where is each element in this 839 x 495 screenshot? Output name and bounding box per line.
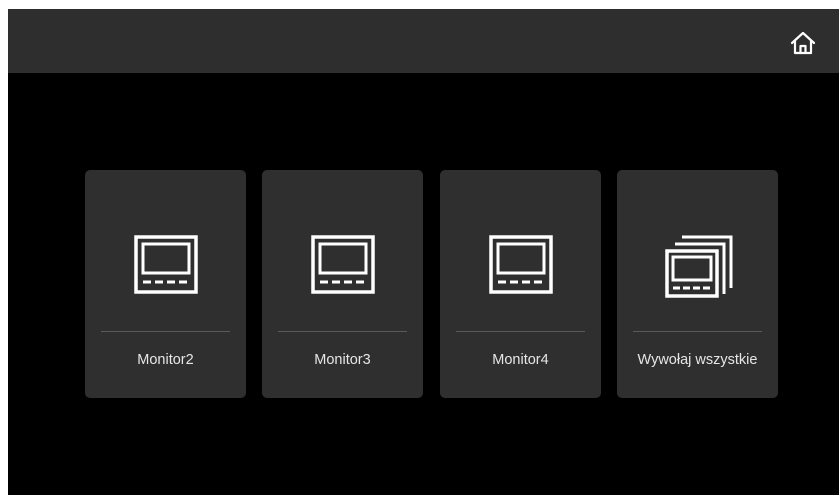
- tile-monitor4[interactable]: Monitor4: [440, 170, 601, 398]
- monitor-icon: [262, 232, 423, 302]
- tile-label: Monitor3: [314, 352, 371, 368]
- home-icon: [790, 31, 816, 55]
- monitors-stack-icon: [617, 232, 778, 302]
- tile-divider: [633, 331, 762, 332]
- tile-label: Monitor4: [492, 352, 549, 368]
- tile-monitor2[interactable]: Monitor2: [85, 170, 246, 398]
- monitor-icon: [85, 232, 246, 302]
- monitor-icon: [440, 232, 601, 302]
- intercom-screen: Monitor2 Monitor3 Monitor4 Wywołaj wszys…: [8, 9, 839, 495]
- monitor-tiles: Monitor2 Monitor3 Monitor4 Wywołaj wszys…: [85, 170, 778, 398]
- top-bar: [8, 9, 839, 73]
- tile-label: Monitor2: [137, 352, 194, 368]
- tile-call-all[interactable]: Wywołaj wszystkie: [617, 170, 778, 398]
- tile-divider: [456, 331, 585, 332]
- tile-divider: [278, 331, 407, 332]
- home-button[interactable]: [788, 28, 818, 58]
- tile-divider: [101, 331, 230, 332]
- tile-label: Wywołaj wszystkie: [637, 352, 758, 368]
- tile-monitor3[interactable]: Monitor3: [262, 170, 423, 398]
